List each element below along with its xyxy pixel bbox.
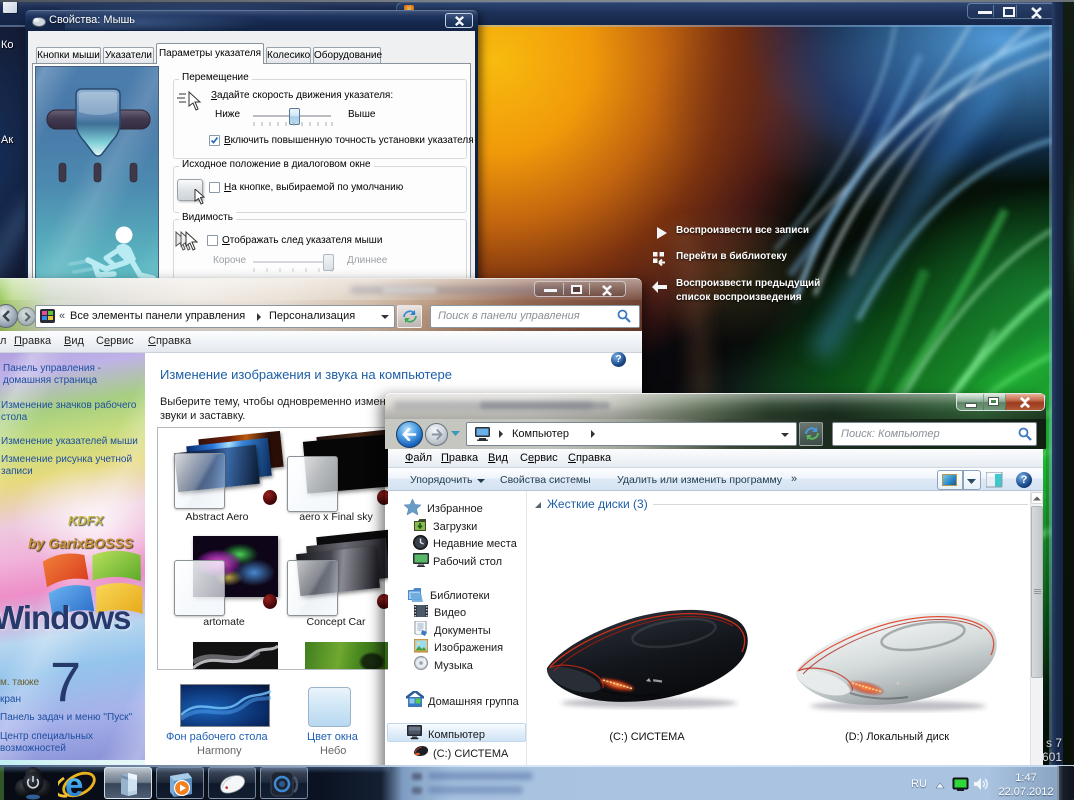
svg-text:e: e [65, 769, 83, 800]
